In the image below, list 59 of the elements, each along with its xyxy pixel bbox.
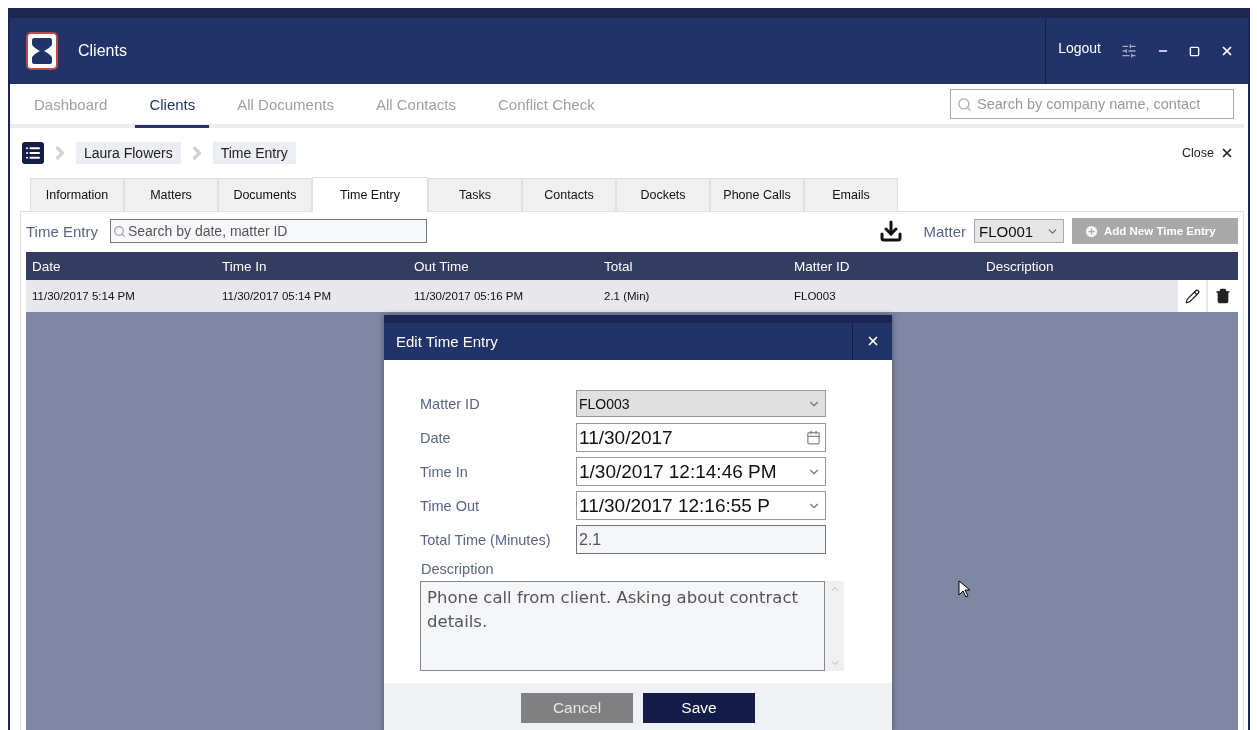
breadcrumb-item[interactable]: Laura Flowers <box>76 142 181 164</box>
column-header: Date <box>32 258 62 274</box>
search-field[interactable]: Search by date, matter ID <box>109 219 427 243</box>
tab[interactable]: Contacts <box>522 178 616 211</box>
column-header: Description <box>986 258 1055 274</box>
tab[interactable]: Documents <box>218 178 312 211</box>
table-cell-text: 11/30/2017 05:14 PM <box>222 290 333 302</box>
tab[interactable]: Time Entry <box>312 177 428 212</box>
tab[interactable]: Dockets <box>616 178 710 211</box>
table-cell-text: FLO003 <box>794 290 837 302</box>
breadcrumb-item[interactable]: Time Entry <box>212 142 296 164</box>
settings-icon[interactable] <box>1121 43 1137 59</box>
close-icon <box>1220 146 1234 160</box>
close-icon[interactable] <box>1220 44 1234 58</box>
maximize-icon[interactable] <box>1189 45 1200 57</box>
delete-icon[interactable] <box>1206 280 1238 312</box>
tab[interactable]: Tasks <box>428 178 522 211</box>
matter-label: Matter <box>923 222 966 240</box>
window-title: Clients <box>78 42 128 60</box>
search-icon <box>112 224 126 238</box>
logo-icon <box>26 32 58 70</box>
input-field[interactable]: 11/30/2017 12:16:55 P <box>576 491 826 521</box>
close-button[interactable]: Close <box>1176 145 1240 161</box>
download-icon[interactable] <box>879 219 904 243</box>
plus-icon <box>1084 223 1099 239</box>
table-cell-text: 11/30/2017 5:14 PM <box>32 290 136 302</box>
table-row[interactable]: 11/30/2017 5:14 PM 11/30/2017 05:14 PM 11/30/2017 05:16 PM 2.1 (Min) FLO003 <box>26 280 1238 312</box>
edit-icon[interactable] <box>1176 280 1206 312</box>
input-field[interactable]: 1/30/2017 12:14:46 PM <box>576 457 826 487</box>
calendar-icon[interactable] <box>806 430 821 446</box>
list-icon[interactable] <box>22 142 44 164</box>
description-field[interactable]: Phone call from client. Asking about contract details. <box>420 580 825 671</box>
input-field[interactable]: FLO003 <box>576 390 826 418</box>
input-field[interactable]: 2.1 <box>576 525 826 555</box>
field-label: Total Time (Minutes) <box>420 531 552 548</box>
cursor-icon <box>958 580 970 598</box>
tab[interactable]: Emails <box>804 178 898 211</box>
nav-tab[interactable]: Clients <box>135 84 210 128</box>
field-label: Time Out <box>420 497 481 514</box>
table-cell-text: 2.1 (Min) <box>604 290 651 302</box>
column-header: Time In <box>222 258 268 274</box>
table-cell-text: 11/30/2017 05:16 PM <box>414 290 525 302</box>
save-button[interactable]: Save <box>643 692 755 723</box>
field-label: Matter ID <box>420 395 481 412</box>
dialog-title: Edit Time Entry <box>395 332 499 350</box>
matter-select[interactable]: FLO001 <box>974 219 1064 243</box>
tab[interactable]: Matters <box>124 178 218 211</box>
tab[interactable]: Phone Calls <box>710 178 804 211</box>
input-field[interactable]: 11/30/2017 <box>576 423 826 453</box>
column-header: Total <box>604 258 634 274</box>
column-header: Matter ID <box>794 258 851 274</box>
section-label: Time Entry <box>26 222 98 240</box>
logout-button[interactable]: Logout <box>1058 40 1101 56</box>
tab[interactable]: Information <box>30 178 124 211</box>
search-icon <box>957 96 972 112</box>
field-label: Time In <box>420 463 469 480</box>
column-header: Out Time <box>414 258 470 274</box>
field-label: Date <box>420 429 452 446</box>
field-label: Description <box>421 560 495 577</box>
